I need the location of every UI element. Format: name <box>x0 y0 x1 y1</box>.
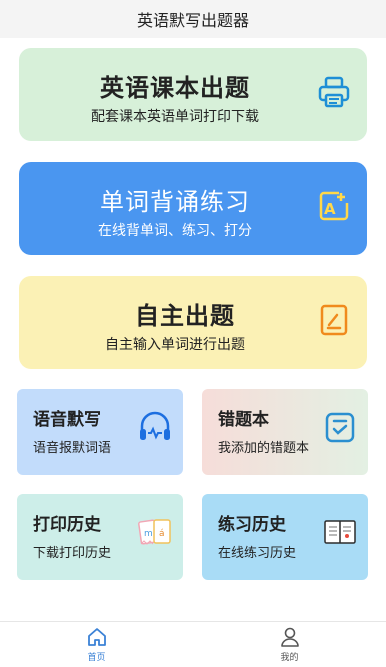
bottom-tab-bar: 首页 我的 <box>0 621 386 667</box>
tab-label: 我的 <box>280 653 299 663</box>
tab-label: 首页 <box>87 653 106 663</box>
card-title: 单词背诵练习 <box>100 188 250 216</box>
textbook-quiz-card[interactable]: 英语课本出题 配套课本英语单词打印下载 <box>19 48 367 141</box>
wrong-answers-tile[interactable]: 错题本 我添加的错题本 <box>202 389 368 475</box>
notebook-icon <box>324 520 356 544</box>
svg-text:m: m <box>144 529 153 539</box>
practice-history-tile[interactable]: 练习历史 在线练习历史 <box>202 494 368 580</box>
page-title: 英语默写出题器 <box>136 11 249 30</box>
word-recite-card[interactable]: 单词背诵练习 在线背单词、练习、打分 A <box>19 162 367 255</box>
note-edit-icon <box>320 304 348 336</box>
printer-icon <box>318 76 350 108</box>
custom-quiz-card[interactable]: 自主出题 自主输入单词进行出题 <box>19 276 367 369</box>
tab-mine[interactable]: 我的 <box>193 622 386 667</box>
svg-text:A: A <box>324 200 336 218</box>
home-icon <box>87 628 106 646</box>
tab-home[interactable]: 首页 <box>0 622 193 667</box>
card-subtitle: 配套课本英语单词打印下载 <box>91 109 259 125</box>
card-title: 英语课本出题 <box>100 74 250 102</box>
svg-text:á: á <box>159 529 165 539</box>
user-icon <box>280 627 299 647</box>
top-bar: 英语默写出题器 <box>0 0 386 38</box>
tile-title: 练习历史 <box>218 515 286 535</box>
headphones-icon <box>140 411 170 440</box>
voice-dictation-tile[interactable]: 语音默写 语音报默词语 <box>17 389 183 475</box>
checklist-icon <box>325 412 355 443</box>
card-subtitle: 自主输入单词进行出题 <box>105 337 245 353</box>
tile-subtitle: 我添加的错题本 <box>218 441 310 456</box>
cards-icon: m á <box>138 519 171 545</box>
tile-title: 错题本 <box>218 410 269 430</box>
tile-title: 语音默写 <box>33 410 101 430</box>
tile-title: 打印历史 <box>33 515 101 535</box>
card-subtitle: 在线背单词、练习、打分 <box>98 223 252 239</box>
print-history-tile[interactable]: 打印历史 下载打印历史 m á <box>17 494 183 580</box>
tile-subtitle: 下载打印历史 <box>33 546 112 561</box>
tile-subtitle: 在线练习历史 <box>218 546 297 561</box>
edit-text-icon: A <box>319 191 349 221</box>
tile-subtitle: 语音报默词语 <box>33 441 112 456</box>
card-title: 自主出题 <box>135 302 235 330</box>
